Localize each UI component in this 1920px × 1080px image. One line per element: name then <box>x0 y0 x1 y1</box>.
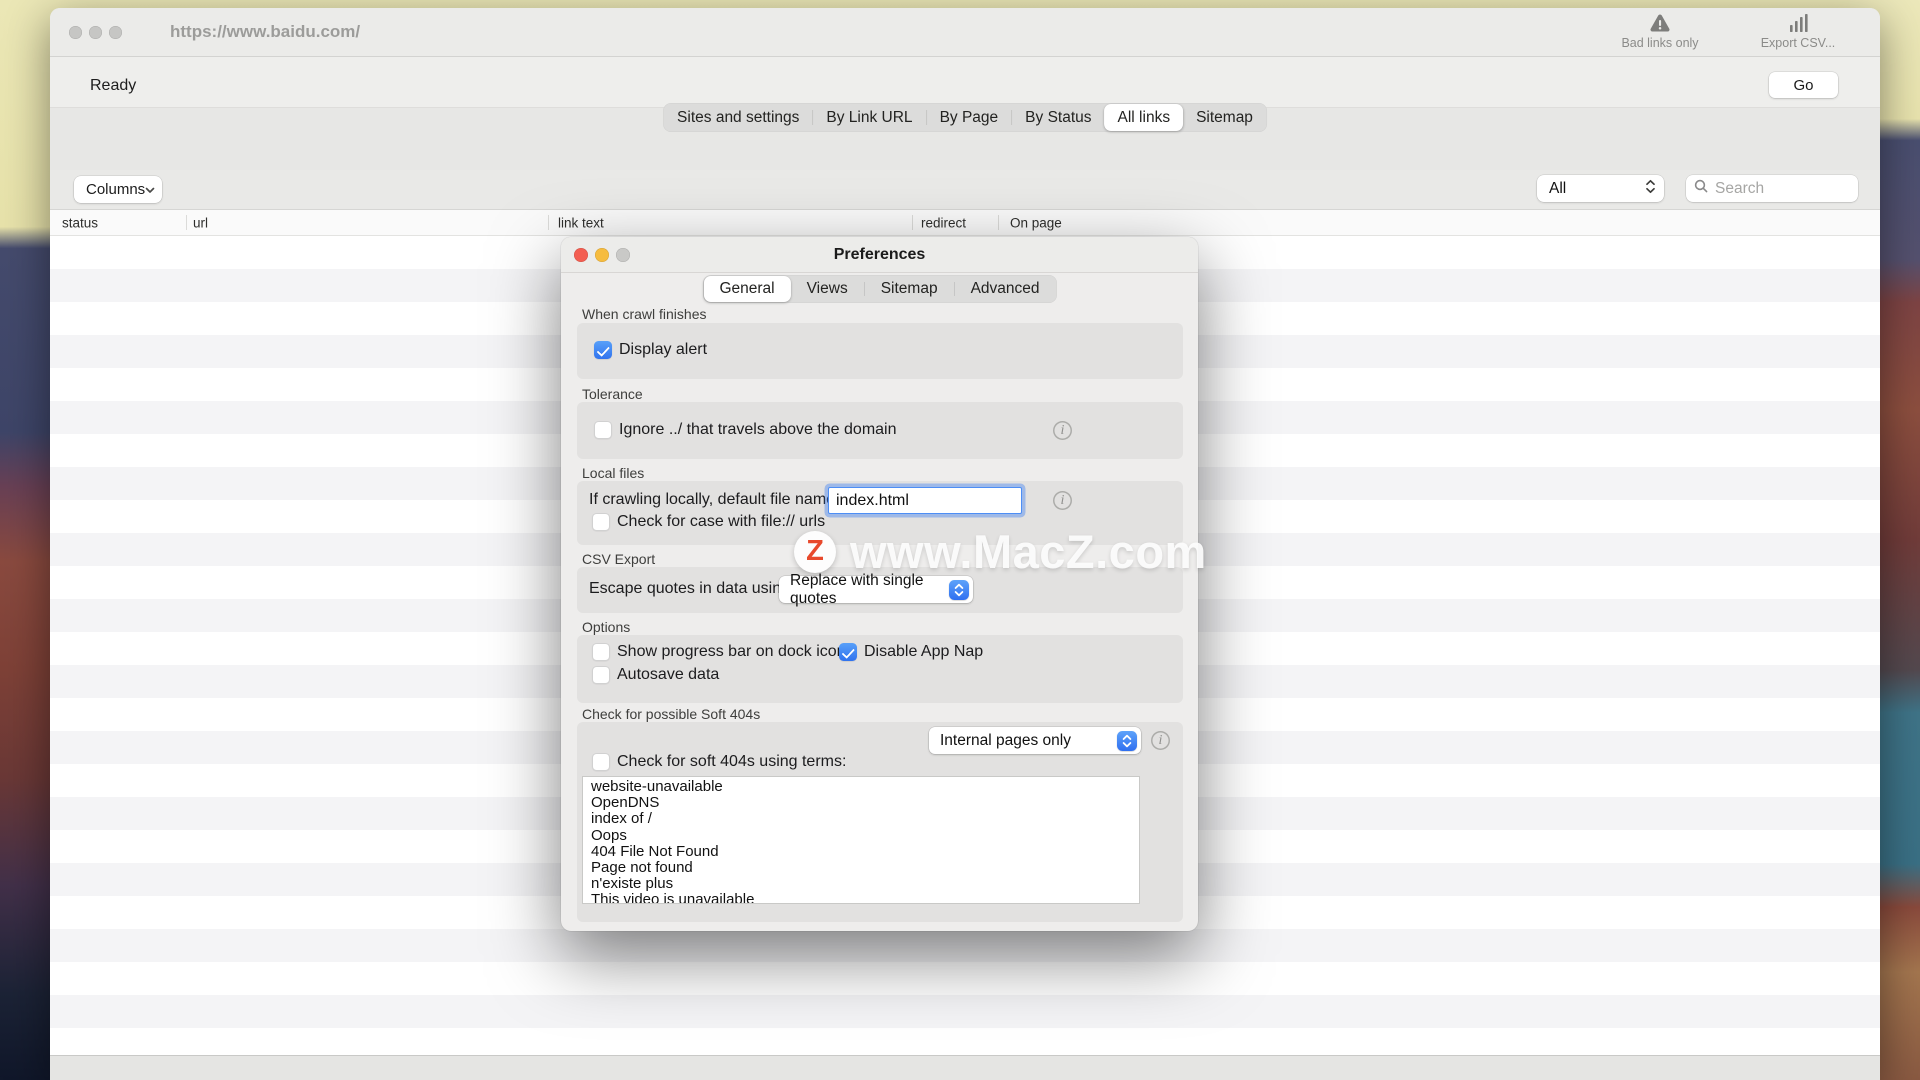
columns-dropdown-label: Columns <box>86 181 145 198</box>
default-file-name-label: If crawling locally, default file name: <box>589 491 839 509</box>
export-csv-label: Export CSV... <box>1761 36 1836 50</box>
columns-dropdown[interactable]: Columns <box>74 176 162 203</box>
column-divider[interactable] <box>548 215 549 230</box>
dialog-traffic-lights <box>561 248 630 262</box>
search-input[interactable] <box>1713 179 1850 199</box>
warning-triangle-icon <box>1648 11 1672 35</box>
view-tabs: Sites and settings By Link URL By Page B… <box>663 103 1267 132</box>
column-header-redirect[interactable]: redirect <box>921 215 966 230</box>
disable-app-nap-label: Disable App Nap <box>864 643 983 661</box>
term-line: Oops <box>591 828 1131 844</box>
autosave-data-label: Autosave data <box>617 666 719 684</box>
up-down-chevrons-icon <box>1645 179 1656 199</box>
popup-chevrons-icon <box>1117 731 1137 751</box>
section-soft-404: Check for possible Soft 404s <box>582 706 760 722</box>
export-csv-button[interactable]: Export CSV... <box>1746 11 1850 50</box>
table-header: status url link text redirect On page <box>50 209 1880 236</box>
tab-by-page[interactable]: By Page <box>927 104 1012 131</box>
term-line: Page not found <box>591 860 1131 876</box>
prefs-tab-views[interactable]: Views <box>791 276 864 302</box>
default-file-name-input[interactable] <box>828 487 1022 514</box>
term-line: n'existe plus <box>591 876 1131 892</box>
term-line: website-unavailable <box>591 779 1131 795</box>
tab-sitemap[interactable]: Sitemap <box>1183 104 1266 131</box>
window-toolbar: Bad links only Export CSV... <box>1608 11 1850 50</box>
window-bottom-bar <box>50 1055 1880 1080</box>
soft-404-terms-checkbox[interactable] <box>592 753 610 771</box>
check-case-checkbox[interactable] <box>592 513 610 531</box>
soft-404-scope-value: Internal pages only <box>940 732 1071 750</box>
close-button[interactable] <box>69 26 82 39</box>
preferences-tabs: General Views Sitemap Advanced <box>702 275 1056 303</box>
soft-404-scope-popup[interactable]: Internal pages only <box>929 727 1141 754</box>
prefs-tab-advanced[interactable]: Advanced <box>955 276 1056 302</box>
status-band <box>50 57 1880 107</box>
section-when-crawl-finishes: When crawl finishes <box>582 306 707 322</box>
macz-watermark-text: www.MacZ.com <box>850 524 1207 579</box>
chevron-down-icon <box>145 181 155 198</box>
traffic-lights <box>50 26 122 39</box>
tab-all-links[interactable]: All links <box>1105 104 1184 131</box>
section-csv-export: CSV Export <box>582 551 655 567</box>
window-titlebar: https://www.baidu.com/ Bad links only <box>50 8 1880 57</box>
tab-by-link-url[interactable]: By Link URL <box>813 104 925 131</box>
bad-links-only-button[interactable]: Bad links only <box>1608 11 1712 50</box>
info-icon[interactable] <box>1053 491 1072 510</box>
section-tolerance: Tolerance <box>582 386 643 402</box>
search-icon <box>1694 179 1708 198</box>
prefs-tab-general[interactable]: General <box>703 276 790 302</box>
filter-dropdown[interactable]: All <box>1537 175 1664 202</box>
info-icon[interactable] <box>1053 421 1072 440</box>
section-options: Options <box>582 619 630 635</box>
display-alert-checkbox[interactable] <box>594 341 612 359</box>
escape-quotes-popup[interactable]: Replace with single quotes <box>779 576 973 603</box>
column-header-url[interactable]: url <box>193 215 208 230</box>
url-field[interactable]: https://www.baidu.com/ <box>170 22 360 42</box>
disable-app-nap-checkbox[interactable] <box>839 643 857 661</box>
soft-404-terms-label: Check for soft 404s using terms: <box>617 753 846 771</box>
autosave-data-checkbox[interactable] <box>592 666 610 684</box>
column-header-status[interactable]: status <box>62 215 98 230</box>
display-alert-label: Display alert <box>619 341 707 359</box>
tab-by-status[interactable]: By Status <box>1012 104 1104 131</box>
column-header-link-text[interactable]: link text <box>558 215 604 230</box>
column-header-on-page[interactable]: On page <box>1010 215 1062 230</box>
section-local-files: Local files <box>582 465 644 481</box>
prefs-tab-sitemap[interactable]: Sitemap <box>865 276 954 302</box>
dialog-minimize-button[interactable] <box>595 248 609 262</box>
zoom-button[interactable] <box>109 26 122 39</box>
macz-watermark: Z www.MacZ.com <box>794 524 1207 579</box>
macz-logo-icon: Z <box>794 531 836 573</box>
preferences-titlebar <box>561 237 1198 273</box>
tab-sites-and-settings[interactable]: Sites and settings <box>664 104 812 131</box>
ignore-updir-label: Ignore ../ that travels above the domain <box>619 421 897 439</box>
column-divider[interactable] <box>998 215 999 230</box>
show-progress-checkbox[interactable] <box>592 643 610 661</box>
dialog-close-button[interactable] <box>574 248 588 262</box>
popup-chevrons-icon <box>949 580 969 600</box>
search-field[interactable] <box>1686 175 1858 202</box>
column-divider[interactable] <box>912 215 913 230</box>
term-line: This video is unavailable <box>591 892 1131 904</box>
filter-dropdown-value: All <box>1549 180 1566 198</box>
term-line: index of / <box>591 811 1131 827</box>
dialog-zoom-button[interactable] <box>616 248 630 262</box>
show-progress-label: Show progress bar on dock icon <box>617 643 846 661</box>
term-line: 404 File Not Found <box>591 844 1131 860</box>
info-icon[interactable] <box>1151 731 1170 750</box>
preferences-dialog: Preferences General Views Sitemap Advanc… <box>561 237 1198 931</box>
status-text: Ready <box>90 77 136 95</box>
term-line: OpenDNS <box>591 795 1131 811</box>
escape-quotes-label: Escape quotes in data using: <box>589 580 794 598</box>
minimize-button[interactable] <box>89 26 102 39</box>
bad-links-only-label: Bad links only <box>1621 36 1698 50</box>
go-button[interactable]: Go <box>1769 72 1838 98</box>
column-divider[interactable] <box>186 215 187 230</box>
soft-404-terms-textarea[interactable]: website-unavailable OpenDNS index of / O… <box>582 776 1140 904</box>
ignore-updir-checkbox[interactable] <box>594 421 612 439</box>
bar-chart-icon <box>1786 11 1810 35</box>
